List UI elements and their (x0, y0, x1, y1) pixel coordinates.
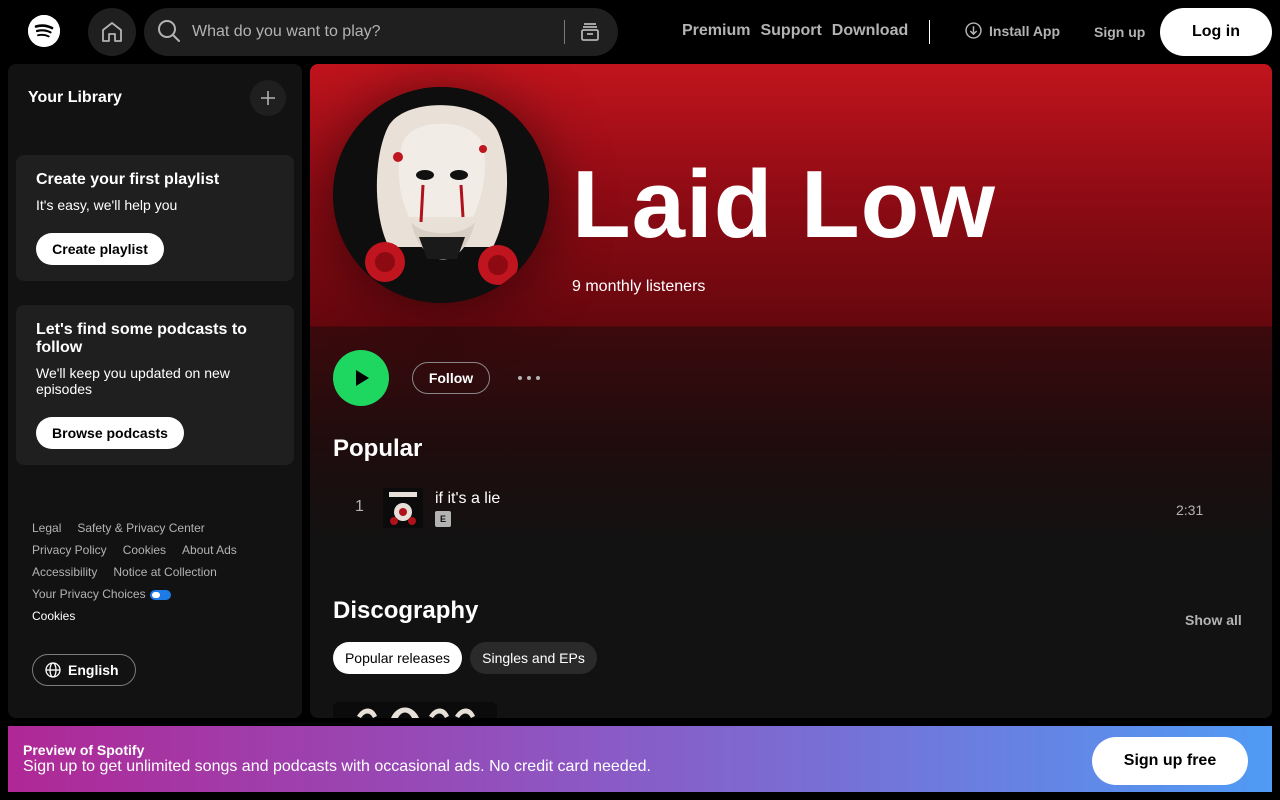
sign-up-free-button[interactable]: Sign up free (1092, 737, 1248, 785)
monthly-listeners: 9 monthly listeners (572, 278, 706, 295)
language-button[interactable]: English (32, 654, 136, 686)
library-sidebar: Your Library Create your first playlist … (8, 64, 302, 718)
artist-page: Laid Low 9 monthly listeners Follow Popu… (310, 64, 1272, 718)
browse-icon[interactable] (578, 20, 602, 44)
log-in-button[interactable]: Log in (1160, 8, 1272, 56)
search-bar[interactable] (144, 8, 618, 56)
follow-button[interactable]: Follow (412, 362, 490, 394)
more-icon[interactable] (514, 366, 544, 390)
install-app-link[interactable]: Install App (965, 22, 1060, 39)
search-input[interactable] (192, 20, 592, 44)
download-link[interactable]: Download (832, 22, 908, 40)
globe-icon (45, 662, 61, 678)
top-bar: Premium Support Download Install App Sig… (0, 0, 1280, 64)
discography-heading: Discography (333, 597, 479, 624)
download-circle-icon (965, 22, 982, 39)
sign-up-link[interactable]: Sign up (1094, 24, 1145, 40)
safety-privacy-link[interactable]: Safety & Privacy Center (77, 517, 204, 539)
library-title[interactable]: Your Library (28, 89, 122, 107)
card-subtitle: We'll keep you updated on new episodes (36, 365, 230, 397)
legal-links: Legal Safety & Privacy Center Privacy Po… (32, 517, 292, 627)
track-title[interactable]: if it's a lie (435, 490, 500, 508)
filter-popular-releases[interactable]: Popular releases (333, 642, 462, 674)
artist-avatar (333, 87, 549, 303)
artist-name: Laid Low (572, 151, 996, 258)
legal-link[interactable]: Legal (32, 517, 61, 539)
track-artwork (383, 488, 423, 528)
about-ads-link[interactable]: About Ads (182, 539, 237, 561)
album-card-artwork[interactable] (333, 702, 497, 718)
accessibility-link[interactable]: Accessibility (32, 561, 97, 583)
card-subtitle: It's easy, we'll help you (36, 197, 178, 213)
topbar-separator (929, 20, 930, 44)
track-row[interactable]: 1 if it's a lie E 2:31 (333, 482, 1243, 538)
privacy-policy-link[interactable]: Privacy Policy (32, 539, 107, 561)
support-link[interactable]: Support (760, 22, 821, 40)
notice-at-collection-link[interactable]: Notice at Collection (113, 561, 216, 583)
filter-singles-eps[interactable]: Singles and EPs (470, 642, 597, 674)
banner-title: Preview of Spotify (23, 742, 145, 758)
search-icon (158, 20, 180, 42)
spotify-logo-icon[interactable] (28, 15, 60, 47)
create-playlist-button[interactable]: Create playlist (36, 233, 164, 265)
home-button[interactable] (88, 8, 136, 56)
language-label: English (68, 662, 119, 678)
search-divider (564, 20, 565, 44)
plus-icon (261, 91, 275, 105)
cookies-settings-link[interactable]: Cookies (32, 605, 75, 627)
create-playlist-card: Create your first playlist It's easy, we… (16, 155, 294, 281)
card-title: Create your first playlist (36, 171, 220, 188)
track-duration: 2:31 (1176, 502, 1204, 518)
play-icon (356, 370, 369, 386)
create-button[interactable] (250, 80, 286, 116)
card-title: Let's find some podcasts to follow (36, 321, 247, 356)
popular-heading: Popular (333, 435, 423, 462)
play-button[interactable] (333, 350, 389, 406)
privacy-choices-icon (149, 589, 171, 600)
premium-link[interactable]: Premium (682, 22, 750, 40)
track-number: 1 (355, 498, 364, 515)
top-links: Premium Support Download (682, 22, 908, 40)
privacy-choices-link[interactable]: Your Privacy Choices (32, 583, 171, 605)
signup-banner[interactable]: Preview of Spotify Sign up to get unlimi… (8, 726, 1272, 792)
browse-podcasts-button[interactable]: Browse podcasts (36, 417, 184, 449)
explicit-badge: E (435, 511, 451, 527)
privacy-choices-label: Your Privacy Choices (32, 587, 146, 601)
podcasts-card: Let's find some podcasts to follow We'll… (16, 305, 294, 465)
show-all-link[interactable]: Show all (1185, 612, 1242, 628)
banner-subtitle: Sign up to get unlimited songs and podca… (23, 758, 651, 775)
install-app-label: Install App (989, 22, 1061, 39)
cookies-link[interactable]: Cookies (123, 539, 166, 561)
home-icon (102, 22, 122, 42)
